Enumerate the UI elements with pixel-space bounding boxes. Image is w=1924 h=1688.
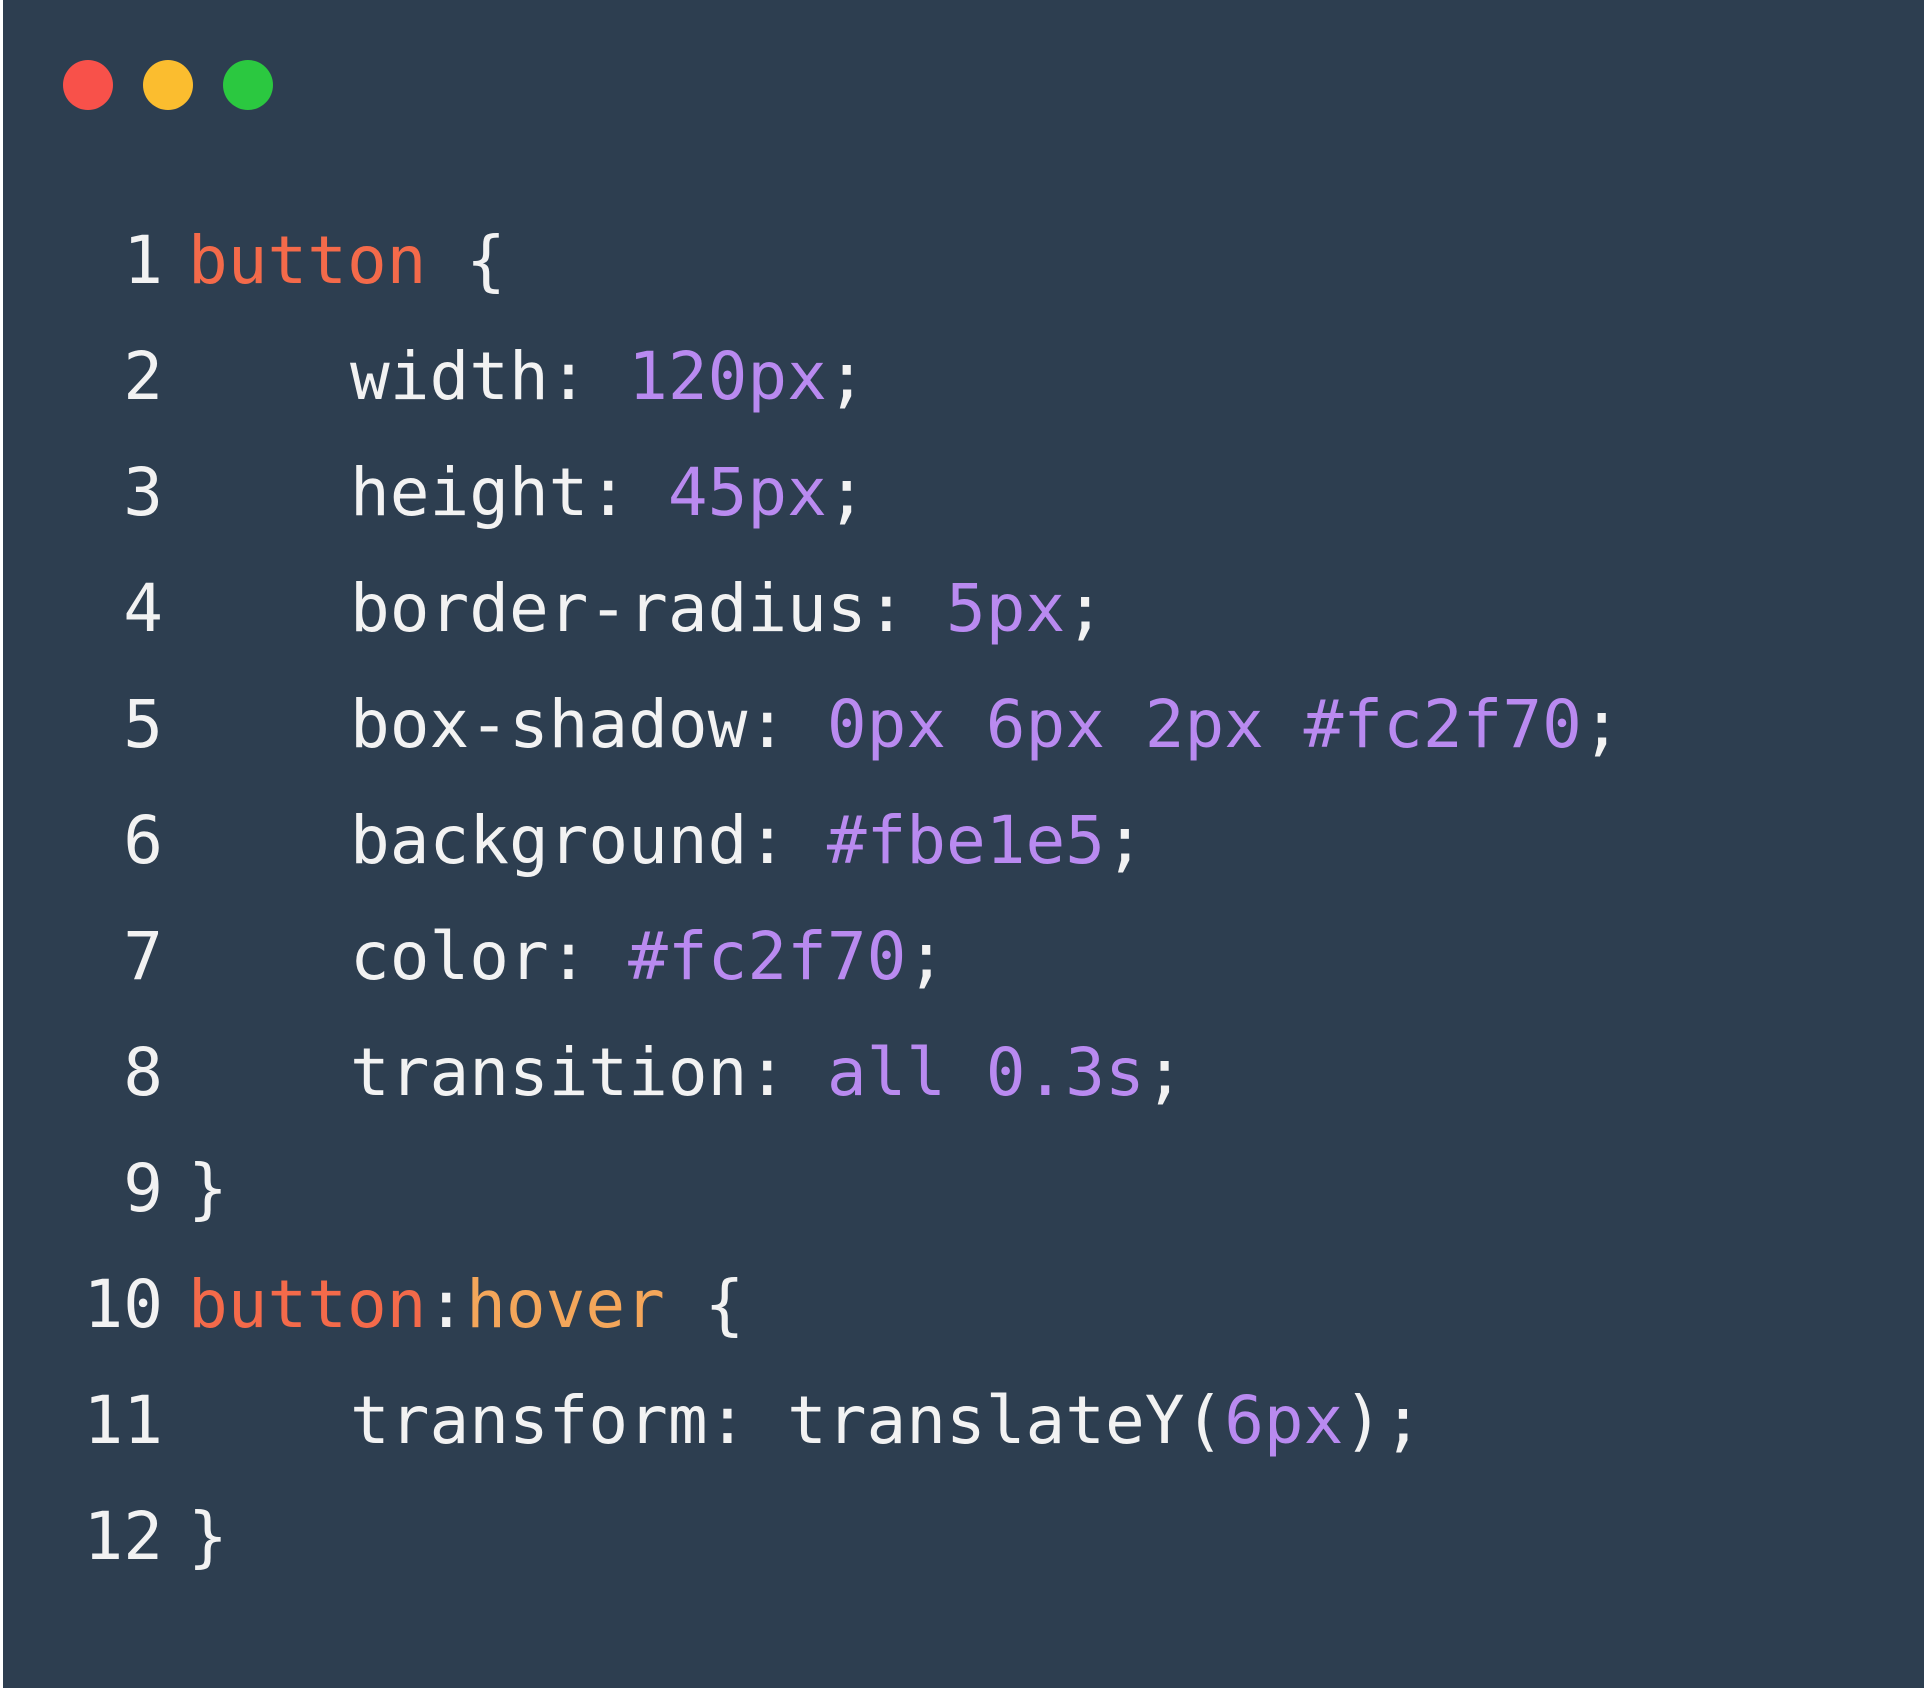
code-token: 5px <box>946 570 1066 647</box>
code-token: all 0.3s <box>826 1034 1145 1111</box>
code-text: border-radius: 5px; <box>188 551 1105 667</box>
code-token: width: <box>350 338 629 415</box>
code-token: ; <box>1144 1034 1185 1111</box>
code-text: button { <box>188 203 506 319</box>
code-text: transform: translateY(6px); <box>188 1363 1423 1479</box>
code-line: 6 background: #fbe1e5; <box>3 783 1924 899</box>
code-token: 0px 6px 2px #fc2f70 <box>826 686 1582 763</box>
code-token: #fbe1e5 <box>826 802 1105 879</box>
code-text: width: 120px; <box>188 319 867 435</box>
code-text: button:hover { <box>188 1247 744 1363</box>
code-line: 4 border-radius: 5px; <box>3 551 1924 667</box>
line-number: 1 <box>123 222 163 299</box>
line-number: 4 <box>123 570 163 647</box>
code-token: border-radius: <box>350 570 947 647</box>
code-text: transition: all 0.3s; <box>188 1015 1184 1131</box>
code-line: 11 transform: translateY(6px); <box>3 1363 1924 1479</box>
minimize-dot-icon[interactable] <box>143 60 193 110</box>
code-token: ; <box>906 918 947 995</box>
code-token: #fc2f70 <box>628 918 907 995</box>
line-number: 9 <box>123 1150 163 1227</box>
line-number: 6 <box>123 802 163 879</box>
line-number: 3 <box>123 454 163 531</box>
code-line: 7 color: #fc2f70; <box>3 899 1924 1015</box>
code-line: 10 button:hover { <box>3 1247 1924 1363</box>
code-line: 9} <box>3 1131 1924 1247</box>
code-token: ; <box>1065 570 1105 647</box>
code-token: ); <box>1343 1382 1423 1459</box>
line-number: 5 <box>123 686 163 763</box>
code-block: 1 button {2 width: 120px; 3 height: 45px; 4 bo… <box>3 203 1924 1595</box>
maximize-dot-icon[interactable] <box>223 60 273 110</box>
code-line: 3 height: 45px; <box>3 435 1924 551</box>
code-token: : <box>426 1266 467 1343</box>
code-token: button <box>188 1266 427 1343</box>
code-token: { <box>426 222 506 299</box>
code-text: } <box>188 1131 228 1247</box>
code-line: 12} <box>3 1479 1924 1595</box>
code-token: 120px <box>628 338 827 415</box>
code-token: box-shadow: <box>350 686 827 763</box>
code-line: 1 button { <box>3 203 1924 319</box>
code-token: hover <box>466 1266 665 1343</box>
code-token: background: <box>350 802 827 879</box>
code-token: button <box>188 222 427 299</box>
code-token: } <box>188 1150 228 1227</box>
line-number: 12 <box>83 1498 163 1575</box>
line-number: 10 <box>83 1266 163 1343</box>
code-token: transition: <box>350 1034 827 1111</box>
code-line: 8 transition: all 0.3s; <box>3 1015 1924 1131</box>
line-number: 7 <box>123 918 163 995</box>
line-number: 2 <box>123 338 163 415</box>
code-token: { <box>664 1266 745 1343</box>
close-dot-icon[interactable] <box>63 60 113 110</box>
code-token: ; <box>1581 686 1622 763</box>
code-text: box-shadow: 0px 6px 2px #fc2f70; <box>188 667 1622 783</box>
code-line: 5 box-shadow: 0px 6px 2px #fc2f70; <box>3 667 1924 783</box>
code-token: transform: translateY( <box>350 1382 1225 1459</box>
line-number: 11 <box>83 1382 163 1459</box>
window-controls <box>63 60 273 110</box>
line-number: 8 <box>123 1034 163 1111</box>
code-token: color: <box>350 918 629 995</box>
code-text: background: #fbe1e5; <box>188 783 1145 899</box>
code-token: ; <box>1104 802 1145 879</box>
code-line: 2 width: 120px; <box>3 319 1924 435</box>
code-text: } <box>188 1479 228 1595</box>
code-text: height: 45px; <box>188 435 867 551</box>
code-window: 1 button {2 width: 120px; 3 height: 45px; 4 bo… <box>3 0 1924 1688</box>
code-token: ; <box>826 338 867 415</box>
code-token: 45px <box>667 454 827 531</box>
code-token: 6px <box>1224 1382 1344 1459</box>
code-token: ; <box>826 454 867 531</box>
code-token: height: <box>350 454 668 531</box>
code-token: } <box>188 1498 228 1575</box>
code-text: color: #fc2f70; <box>188 899 946 1015</box>
